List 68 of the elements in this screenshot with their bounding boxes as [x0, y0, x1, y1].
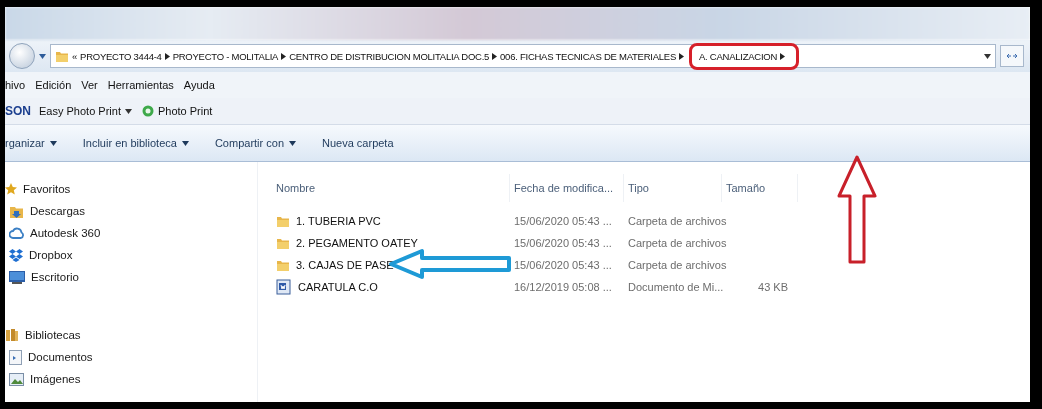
back-button[interactable] — [9, 43, 35, 69]
refresh-icon — [1006, 51, 1018, 61]
overflow-chevron[interactable]: « — [72, 50, 78, 62]
caret-icon — [181, 140, 189, 146]
column-header[interactable]: Tamaño — [722, 174, 798, 202]
chevron-icon — [780, 52, 786, 60]
nav-item[interactable]: Escritorio — [5, 266, 257, 288]
date-cell-text: 15/06/2020 05:43 ... — [513, 237, 613, 249]
breadcrumb[interactable]: 006. FICHAS TECNICAS DE MATERIALES — [500, 50, 676, 62]
caret-icon — [984, 53, 991, 59]
folder-icon — [276, 258, 290, 272]
nav-item[interactable]: Documentos — [5, 346, 257, 368]
menu-item[interactable]: Herramientas — [107, 79, 174, 91]
command-button[interactable]: rganizar — [5, 137, 57, 149]
documents-icon — [9, 349, 22, 365]
folder-icon — [276, 236, 290, 250]
caret-icon — [39, 53, 46, 59]
date-cell-text: 16/12/2019 05:08 ... — [513, 281, 613, 293]
chevron-icon — [281, 52, 287, 60]
breadcrumb[interactable]: CENTRO DE DISTRIBUCION MOLITALIA DOC.5 — [289, 50, 490, 62]
circle-icon — [141, 105, 154, 117]
menu-item[interactable]: Edición — [35, 79, 72, 91]
breadcrumb[interactable]: A. CANALIZACION — [699, 50, 778, 62]
toolbar-button[interactable]: Photo Print — [139, 105, 215, 117]
caret-icon — [289, 140, 296, 146]
file-name-cell[interactable]: 1. TUBERIA PVC — [272, 214, 510, 228]
nav-item[interactable]: Favoritos — [5, 178, 257, 200]
date-cell-text: 15/06/2020 05:43 ... — [513, 259, 613, 271]
chevron-icon — [679, 52, 684, 60]
date-cell-text: 15/06/2020 05:43 ... — [513, 215, 613, 227]
star-icon — [5, 183, 17, 195]
folder-icon — [55, 49, 69, 63]
caret-icon — [124, 108, 132, 114]
nav-item[interactable]: Dropbox — [5, 244, 257, 266]
address-bar[interactable]: « PROYECTO 3444-4 PROYECTO - MOLITALIA CENTRO DE DISTRIBUCION MOLITALIA DOC.5 006. FICHAS TECNICAS DE MATERIALES A. CANALIZACION — [50, 44, 996, 68]
folder-icon — [276, 214, 290, 228]
column-header[interactable]: Fecha de modifica... — [510, 174, 624, 202]
command-button[interactable]: Compartir con — [214, 137, 296, 149]
pictures-icon — [9, 372, 24, 386]
nav-item[interactable]: Autodesk 360 — [5, 222, 257, 244]
file-name-cell[interactable]: 3. CAJAS DE PASE — [272, 258, 510, 272]
column-header[interactable]: Tipo — [624, 174, 722, 202]
nav-item[interactable]: Bibliotecas — [5, 324, 257, 346]
toolbar-button[interactable]: Easy Photo Print — [37, 105, 134, 117]
menu-item[interactable]: hivo — [5, 79, 26, 91]
desktop-icon — [9, 270, 25, 284]
nav-item[interactable]: Imágenes — [5, 368, 257, 390]
menu-item[interactable]: Ayuda — [183, 79, 215, 91]
chevron-icon — [164, 52, 170, 60]
chevron-icon — [492, 52, 498, 60]
cloud-icon — [9, 227, 24, 239]
refresh-button[interactable] — [1000, 45, 1024, 67]
brand-label: SON — [5, 104, 31, 118]
column-header[interactable]: Nombre — [272, 174, 510, 202]
document-icon — [276, 279, 292, 295]
file-name-cell[interactable]: 2. PEGAMENTO OATEY — [272, 236, 510, 250]
nav-item[interactable]: Descargas — [5, 200, 257, 222]
file-name-cell[interactable]: CARATULA C.O — [272, 279, 510, 295]
command-button[interactable]: Nueva carpeta — [322, 137, 394, 149]
command-button[interactable]: Incluir en biblioteca — [82, 137, 189, 149]
breadcrumb[interactable]: PROYECTO 3444-4 — [80, 50, 162, 62]
breadcrumb[interactable]: PROYECTO - MOLITALIA — [172, 50, 279, 62]
box-icon — [9, 248, 23, 262]
size-cell-text: 43 KB — [757, 281, 789, 293]
caret-icon — [49, 140, 57, 146]
type-cell-text: Documento de Mi... — [627, 281, 722, 293]
library-icon — [5, 328, 19, 342]
menu-item[interactable]: Ver — [81, 79, 98, 91]
